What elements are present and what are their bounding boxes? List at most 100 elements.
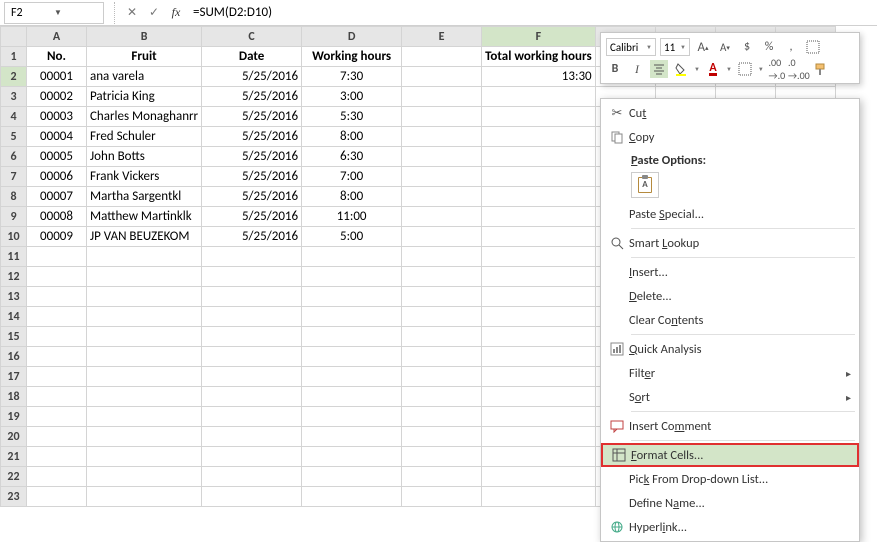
cell[interactable] [402,67,482,87]
cell[interactable]: Date [202,47,302,67]
cell[interactable]: Matthew Martinklk [87,207,202,227]
cell[interactable]: Patricia King [87,87,202,107]
cell[interactable] [482,147,596,167]
cell[interactable] [202,467,302,487]
cell[interactable]: 00004 [27,127,87,147]
cell[interactable]: 5/25/2016 [202,207,302,227]
cell[interactable] [402,487,482,507]
insert-function-button[interactable]: fx [165,5,187,20]
cell[interactable]: 00002 [27,87,87,107]
cell[interactable]: Frank Vickers [87,167,202,187]
cell[interactable] [482,407,596,427]
cell[interactable] [402,347,482,367]
dropdown-icon[interactable]: ▼ [694,65,700,73]
menu-hyperlink[interactable]: Hyperlink... [601,515,859,539]
cell[interactable] [402,47,482,67]
cell[interactable]: 5/25/2016 [202,187,302,207]
cell[interactable] [87,347,202,367]
cell[interactable] [402,267,482,287]
cell[interactable] [402,407,482,427]
menu-insert[interactable]: Insert... [601,260,859,284]
cell[interactable] [482,467,596,487]
menu-pick-from-list[interactable]: Pick From Drop-down List... [601,467,859,491]
cell[interactable]: Working hours [302,47,402,67]
menu-define-name[interactable]: Define Name... [601,491,859,515]
cell[interactable] [402,167,482,187]
cell[interactable]: 5:30 [302,107,402,127]
menu-copy[interactable]: Copy [601,125,859,149]
cell[interactable]: ana varela [87,67,202,87]
cell[interactable] [27,367,87,387]
cell[interactable]: 00006 [27,167,87,187]
cell[interactable] [402,327,482,347]
cell[interactable] [87,447,202,467]
cell[interactable]: 5/25/2016 [202,107,302,127]
cell[interactable] [402,147,482,167]
row-header[interactable]: 21 [1,447,27,467]
cell[interactable]: 00005 [27,147,87,167]
name-box-dropdown-icon[interactable]: ▼ [54,8,97,18]
cell[interactable] [202,447,302,467]
cell[interactable] [302,427,402,447]
cell[interactable] [482,207,596,227]
row-header[interactable]: 16 [1,347,27,367]
cell[interactable] [27,407,87,427]
cell[interactable] [202,487,302,507]
decrease-decimal-icon[interactable]: .00→.0 [768,60,786,78]
cell[interactable] [27,247,87,267]
row-header[interactable]: 8 [1,187,27,207]
row-header[interactable]: 13 [1,287,27,307]
menu-smart-lookup[interactable]: Smart Lookup [601,231,859,255]
cell[interactable] [482,487,596,507]
cell[interactable] [402,467,482,487]
italic-button[interactable]: I [628,60,646,78]
cell[interactable]: 11:00 [302,207,402,227]
cell[interactable] [302,327,402,347]
cell[interactable] [402,447,482,467]
cell[interactable] [402,287,482,307]
cell[interactable]: 5/25/2016 [202,67,302,87]
menu-filter[interactable]: Filter ▸ [601,361,859,385]
cell[interactable] [482,347,596,367]
cell[interactable]: JP VAN BEUZEKOM [87,227,202,247]
cell[interactable] [302,347,402,367]
decrease-font-icon[interactable]: A▾ [716,38,734,56]
cancel-button[interactable]: ✕ [121,5,143,20]
row-header[interactable]: 22 [1,467,27,487]
menu-sort[interactable]: Sort ▸ [601,385,859,409]
row-header[interactable]: 1 [1,47,27,67]
cell[interactable]: Total working hours [482,47,596,67]
cell[interactable] [87,247,202,267]
cell[interactable]: 5/25/2016 [202,147,302,167]
cell[interactable] [27,487,87,507]
row-header[interactable]: 18 [1,387,27,407]
cell[interactable]: 00009 [27,227,87,247]
cell[interactable] [27,467,87,487]
cell[interactable] [402,367,482,387]
cell[interactable] [482,447,596,467]
cell[interactable] [202,367,302,387]
row-header[interactable]: 23 [1,487,27,507]
cell[interactable]: 6:30 [302,147,402,167]
cell[interactable]: 3:00 [302,87,402,107]
active-cell[interactable]: 13:30 [482,67,596,87]
cell[interactable] [302,487,402,507]
column-header[interactable]: B [87,27,202,47]
column-header[interactable]: A [27,27,87,47]
cell[interactable] [202,267,302,287]
column-header[interactable]: E [402,27,482,47]
cell[interactable]: 7:00 [302,167,402,187]
cell[interactable] [27,447,87,467]
formula-input[interactable]: =SUM(D2:D10) [187,5,877,20]
cell[interactable] [402,127,482,147]
cell[interactable]: 00001 [27,67,87,87]
cell[interactable]: Fruit [87,47,202,67]
cell[interactable] [302,287,402,307]
increase-font-icon[interactable]: A▴ [694,38,712,56]
cell[interactable] [402,387,482,407]
cell[interactable] [482,367,596,387]
cell[interactable]: Martha Sargentkl [87,187,202,207]
cell[interactable]: 5/25/2016 [202,87,302,107]
cell[interactable] [482,87,596,107]
column-header[interactable]: D [302,27,402,47]
